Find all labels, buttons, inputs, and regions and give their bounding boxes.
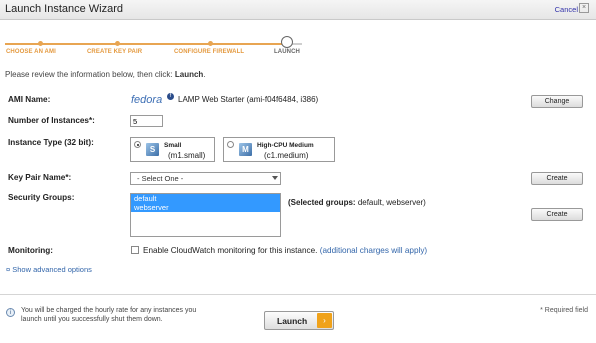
additional-charges-link[interactable]: (additional charges will apply) bbox=[320, 246, 427, 255]
small-radio[interactable] bbox=[134, 141, 141, 148]
required-field-note: * Required field bbox=[540, 307, 588, 314]
step-dot-3 bbox=[208, 41, 213, 46]
step-dot-1 bbox=[38, 41, 43, 46]
key-pair-select[interactable]: - Select One - bbox=[130, 172, 281, 185]
instance-type-high-cpu-medium[interactable]: M High-CPU Medium (c1.medium) bbox=[223, 137, 335, 162]
launch-button[interactable]: Launch › bbox=[264, 311, 334, 330]
cloudwatch-checkbox[interactable] bbox=[131, 246, 139, 254]
list-item-default[interactable]: default bbox=[131, 194, 280, 203]
cancel-link[interactable]: Cancel bbox=[555, 5, 578, 14]
show-advanced-options-link[interactable]: ¤ Show advanced options bbox=[6, 265, 92, 274]
fedora-badge-icon: f bbox=[167, 93, 174, 100]
launch-button-label: Launch bbox=[277, 316, 308, 326]
progress-line bbox=[5, 43, 282, 45]
ami-value: LAMP Web Starter (ami-f04f6484, i386) bbox=[178, 95, 319, 104]
high-cpu-type-name: High-CPU Medium bbox=[257, 142, 314, 149]
create-security-group-button[interactable]: Create bbox=[531, 208, 583, 221]
instances-label: Number of Instances*: bbox=[8, 116, 95, 125]
monitoring-label: Monitoring: bbox=[8, 246, 54, 255]
change-button[interactable]: Change bbox=[531, 95, 583, 108]
billing-note: You will be charged the hourly rate for … bbox=[21, 307, 197, 323]
instances-input[interactable] bbox=[130, 115, 163, 127]
security-groups-listbox[interactable]: default webserver bbox=[130, 193, 281, 237]
step-label-configure-firewall: CONFIGURE FIREWALL bbox=[174, 49, 245, 55]
chevron-down-icon bbox=[272, 176, 278, 180]
security-groups-label: Security Groups: bbox=[8, 193, 75, 202]
footer-divider bbox=[0, 294, 596, 295]
intro-text: Please review the information below, the… bbox=[5, 70, 206, 79]
instance-type-label: Instance Type (32 bit): bbox=[8, 138, 94, 147]
step-current-marker bbox=[281, 36, 293, 48]
server-small-icon: S bbox=[146, 143, 159, 156]
small-type-code: (m1.small) bbox=[168, 151, 206, 160]
cloudwatch-checkbox-label: Enable CloudWatch monitoring for this in… bbox=[143, 246, 428, 255]
progress-line-remaining bbox=[292, 43, 302, 45]
list-item-webserver[interactable]: webserver bbox=[131, 203, 280, 212]
step-dot-2 bbox=[115, 41, 120, 46]
step-label-create-key-pair: CREATE KEY PAIR bbox=[87, 49, 143, 55]
fedora-logo: fedora bbox=[131, 94, 163, 106]
step-label-choose-ami: CHOOSE AN AMI bbox=[6, 49, 56, 55]
create-key-pair-button[interactable]: Create bbox=[531, 172, 583, 185]
info-icon: i bbox=[6, 308, 15, 317]
ami-label: AMI Name: bbox=[8, 95, 51, 104]
high-cpu-type-code: (c1.medium) bbox=[264, 151, 309, 160]
key-pair-label: Key Pair Name*: bbox=[8, 173, 72, 182]
window-title: Launch Instance Wizard bbox=[5, 3, 124, 15]
high-cpu-radio[interactable] bbox=[227, 141, 234, 148]
arrow-right-icon: › bbox=[317, 313, 332, 328]
key-pair-selected: - Select One - bbox=[137, 174, 184, 183]
server-medium-icon: M bbox=[239, 143, 252, 156]
step-label-launch: LAUNCH bbox=[274, 49, 300, 55]
close-icon[interactable]: × bbox=[579, 3, 589, 13]
instance-type-small[interactable]: S Small (m1.small) bbox=[130, 137, 215, 162]
small-type-name: Small bbox=[164, 142, 182, 149]
selected-groups-text: (Selected groups: default, webserver) bbox=[288, 198, 426, 207]
